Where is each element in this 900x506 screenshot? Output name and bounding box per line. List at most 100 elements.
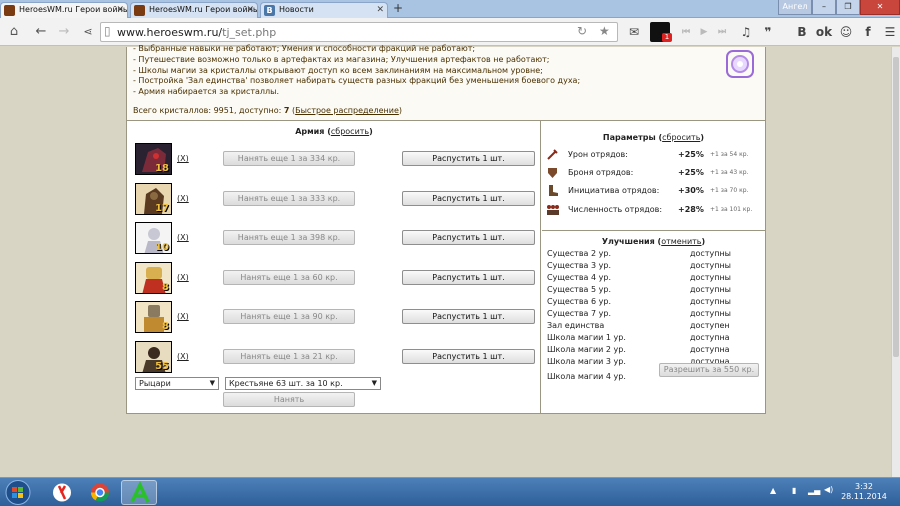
remove-unit-link[interactable]: (X) [177, 233, 189, 242]
army-unit-row: 17 (X) Нанять еще 1 за 333 кр. Распустит… [127, 183, 541, 215]
army-unit-row: 18 (X) Нанять еще 1 за 334 кр. Распустит… [127, 143, 541, 175]
home-icon[interactable]: ⌂ [4, 22, 24, 42]
vertical-scrollbar[interactable] [891, 47, 900, 477]
clock[interactable]: 3:32 28.11.2014 [835, 482, 893, 502]
params-reset-link[interactable]: сбросить [662, 133, 700, 142]
hire-more-button[interactable]: Нанять еще 1 за 333 кр. [223, 191, 355, 206]
clock-time: 3:32 [855, 482, 873, 491]
upgrade-name: Существа 7 ур. [547, 309, 611, 318]
active-app-icon[interactable] [121, 480, 157, 505]
hire-more-button[interactable]: Нанять еще 1 за 398 кр. [223, 230, 355, 245]
dismiss-button[interactable]: Распустить 1 шт. [402, 349, 535, 364]
url-host: www.heroeswm.ru/ [117, 26, 223, 39]
upgrades-cancel-link[interactable]: отменить [661, 237, 701, 246]
army-section: Армия (сбросить) 18 (X) Нанять еще 1 за … [127, 121, 541, 413]
upgrade-name: Существа 2 ур. [547, 249, 611, 258]
share-icon[interactable]: ⋖ [78, 22, 98, 42]
hire-more-button[interactable]: Нанять еще 1 за 60 кр. [223, 270, 355, 285]
tab-news[interactable]: В Новости ✕ [260, 2, 388, 18]
music-icon[interactable]: ♫ [736, 22, 756, 42]
close-icon[interactable]: ✕ [246, 3, 254, 17]
upgrade-name: Школа магии 2 ур. [547, 345, 626, 354]
close-icon[interactable]: ✕ [116, 3, 124, 17]
network-icon[interactable]: ▂▄ [808, 486, 820, 495]
dismiss-button[interactable]: Распустить 1 шт. [402, 191, 535, 206]
remove-unit-link[interactable]: (X) [177, 352, 189, 361]
allow-magic-school-button[interactable]: Разрешить за 550 кр. [659, 363, 759, 377]
tab-heroeswm-2[interactable]: HeroesWM.ru Герои войны ✕ [130, 2, 258, 18]
hire-button[interactable]: Нанять [223, 392, 355, 407]
address-bar[interactable]: ▯ www.heroeswm.ru/tj_set.php ↻ ★ [100, 22, 618, 42]
dismiss-button[interactable]: Распустить 1 шт. [402, 309, 535, 324]
chrome-icon[interactable] [82, 480, 118, 505]
param-cost[interactable]: +1 за 43 кр. [710, 169, 748, 176]
scrollbar-thumb[interactable] [893, 57, 899, 357]
dismiss-button[interactable]: Распустить 1 шт. [402, 270, 535, 285]
close-window-button[interactable]: ✕ [860, 0, 900, 15]
param-cost[interactable]: +1 за 70 кр. [710, 187, 748, 194]
battery-icon[interactable]: ▮ [792, 486, 796, 495]
rule-line: - Школы магии за кристаллы открывают дос… [133, 66, 543, 75]
profile-name[interactable]: Ангел [778, 0, 812, 15]
unit-portrait: 18 [135, 143, 172, 175]
army-unit-row: 8 (X) Нанять еще 1 за 90 кр. Распустить … [127, 301, 541, 333]
upgrade-name: Школа магии 1 ур. [547, 333, 626, 342]
upgrades-title: Улучшения (отменить) [601, 237, 706, 246]
hire-more-button[interactable]: Нанять еще 1 за 21 кр. [223, 349, 355, 364]
dismiss-button[interactable]: Распустить 1 шт. [402, 151, 535, 166]
vk-favicon-icon: В [264, 5, 275, 16]
maximize-button[interactable]: ❐ [836, 0, 860, 15]
unit-portrait: 8 [135, 301, 172, 333]
back-icon[interactable]: ← [31, 22, 51, 42]
friends-icon[interactable]: ☺ [836, 22, 856, 42]
hire-more-button[interactable]: Нанять еще 1 за 334 кр. [223, 151, 355, 166]
set-panel: - Выбранные навыки не работают; Умения и… [126, 44, 766, 414]
upgrade-status: доступен [690, 321, 730, 330]
url-text[interactable]: www.heroeswm.ru/tj_set.php [117, 26, 276, 39]
messages-icon[interactable]: ❞ [758, 22, 778, 42]
army-title: Армия (сбросить) [295, 127, 373, 136]
sword-icon [547, 149, 558, 160]
tab-heroeswm-1[interactable]: HeroesWM.ru Герои войны ✕ [0, 2, 128, 18]
unit-count: 8 [162, 321, 169, 332]
volume-icon[interactable]: ◀) [824, 485, 833, 494]
mail-icon[interactable]: ✉ [624, 22, 644, 42]
next-track-icon[interactable]: ⏭ [714, 22, 730, 42]
notification-badge: 1 [662, 33, 672, 42]
reload-icon[interactable]: ↻ [577, 24, 587, 38]
page-icon: ▯ [104, 24, 111, 38]
new-tab-button[interactable]: + [393, 1, 403, 15]
close-icon[interactable]: ✕ [376, 3, 384, 17]
upgrade-row: Существа 2 ур. доступны [547, 249, 761, 261]
forward-icon[interactable]: → [54, 22, 74, 42]
params-heading: Параметры [602, 133, 656, 142]
param-label: Урон отрядов: [568, 150, 628, 159]
odnoklassniki-icon[interactable]: ok [814, 22, 834, 42]
remove-unit-link[interactable]: (X) [177, 312, 189, 321]
unit-select[interactable]: Крестьяне 63 шт. за 10 кр. ▼ [225, 377, 381, 390]
prev-track-icon[interactable]: ⏮ [678, 22, 694, 42]
bookmark-star-icon[interactable]: ★ [599, 24, 610, 38]
tray-arrow-icon[interactable]: ▲ [770, 486, 776, 495]
clock-date: 28.11.2014 [841, 492, 887, 501]
param-value: +30% [678, 186, 704, 195]
facebook-icon[interactable]: f [858, 22, 878, 42]
hire-more-button[interactable]: Нанять еще 1 за 90 кр. [223, 309, 355, 324]
minimize-button[interactable]: – [812, 0, 836, 15]
param-cost[interactable]: +1 за 101 кр. [710, 206, 752, 213]
crystals-label: Всего кристаллов: 9951, доступно: [133, 106, 282, 115]
vk-icon[interactable]: В [792, 22, 812, 42]
play-icon[interactable]: ▶ [696, 22, 712, 42]
yandex-browser-icon[interactable] [44, 480, 80, 505]
dismiss-button[interactable]: Распустить 1 шт. [402, 230, 535, 245]
quick-distribution-link[interactable]: Быстрое распределение [295, 106, 399, 115]
remove-unit-link[interactable]: (X) [177, 154, 189, 163]
unit-portrait: 10 [135, 222, 172, 254]
army-reset-link[interactable]: сбросить [331, 127, 369, 136]
remove-unit-link[interactable]: (X) [177, 273, 189, 282]
param-cost[interactable]: +1 за 54 кр. [710, 151, 748, 158]
menu-icon[interactable]: ☰ [880, 22, 900, 42]
remove-unit-link[interactable]: (X) [177, 194, 189, 203]
windows-start-icon[interactable] [3, 479, 33, 506]
faction-select[interactable]: Рыцари ▼ [135, 377, 219, 390]
